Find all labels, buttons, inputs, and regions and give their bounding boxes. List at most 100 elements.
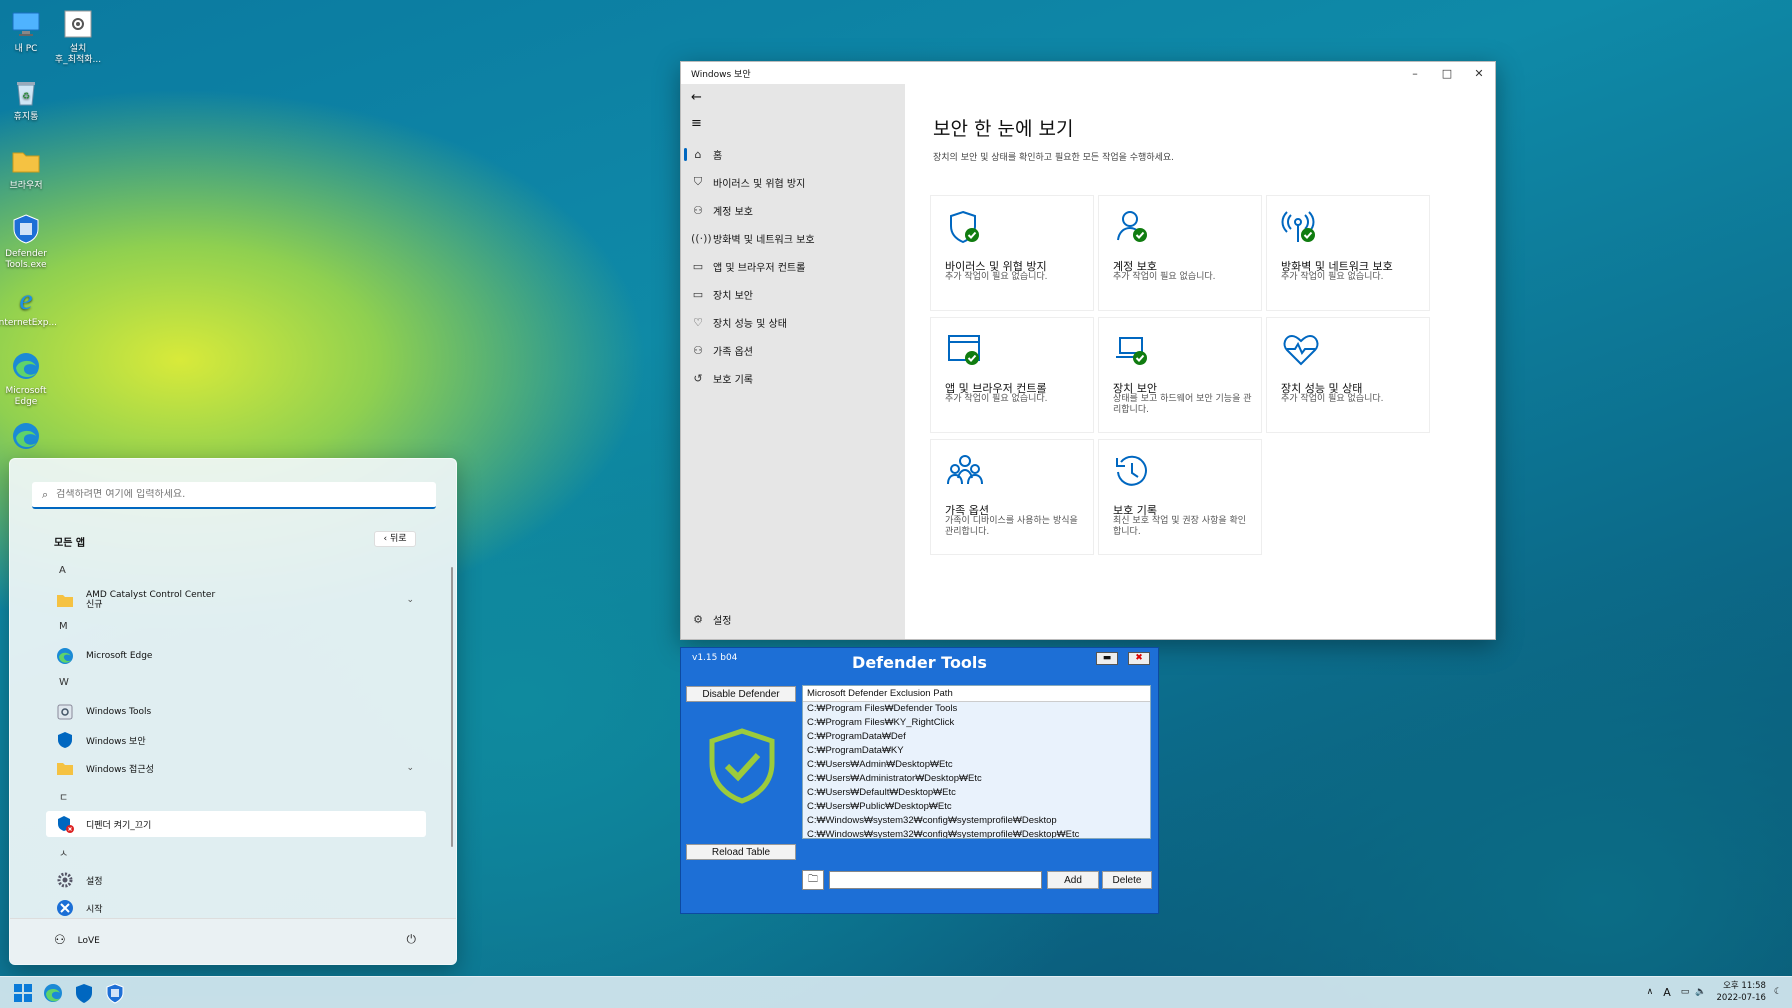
- start-footer: ⚇ LoVE ⏻: [10, 918, 456, 964]
- defender-tools-window: v1.15 b04 Defender Tools ▬ ✖ Disable Def…: [680, 647, 1159, 914]
- app-microsoft-edge[interactable]: Microsoft Edge: [46, 643, 426, 669]
- list-item[interactable]: C:₩Users₩Administrator₩Desktop₩Etc: [803, 772, 1150, 786]
- defender-tools-icon[interactable]: [104, 982, 126, 1004]
- clock[interactable]: 오후 11:58 2022-07-16: [1717, 980, 1766, 1004]
- app-settings[interactable]: 설정: [46, 867, 426, 893]
- windows-start-icon[interactable]: [12, 982, 34, 1004]
- tile-family[interactable]: 가족 옵션 가족이 디바이스를 사용하는 방식을 관리합니다.: [931, 440, 1093, 554]
- tile-device-health[interactable]: 장치 성능 및 상태 추가 작업이 필요 없습니다.: [1267, 318, 1429, 432]
- letter-header-w[interactable]: W: [59, 677, 69, 688]
- app-windows-tools[interactable]: Windows Tools: [46, 699, 426, 725]
- nav-item-device-security[interactable]: ▭ 장치 보안: [681, 280, 905, 308]
- letter-header-m[interactable]: M: [59, 621, 68, 632]
- letter-header-a[interactable]: A: [59, 565, 66, 576]
- nav-item-account-protection[interactable]: ⚇ 계정 보호: [681, 196, 905, 224]
- antenna-icon: ((·)): [691, 231, 712, 245]
- desktop-icon-internet-explorer[interactable]: e InternetExp...: [0, 282, 58, 329]
- nav-item-firewall[interactable]: ((·)) 방화벽 및 네트워크 보호: [681, 224, 905, 252]
- shield-icon[interactable]: [73, 982, 95, 1004]
- list-item[interactable]: C:₩Users₩Public₩Desktop₩Etc: [803, 800, 1150, 814]
- notification-icon[interactable]: ☾: [1774, 987, 1782, 997]
- chevron-up-icon[interactable]: ∧: [1647, 987, 1654, 997]
- tile-virus-protection[interactable]: 바이러스 및 위협 방지 추가 작업이 필요 없습니다.: [931, 196, 1093, 310]
- svg-text:♻: ♻: [22, 92, 30, 102]
- back-button[interactable]: ‹ 뒤로: [374, 531, 416, 547]
- user-account[interactable]: ⚇ LoVE: [54, 933, 100, 948]
- system-tray: ∧ A ▭ 🔈 오후 11:58 2022-07-16 ☾: [1647, 980, 1782, 1004]
- ime-indicator[interactable]: A: [1663, 986, 1671, 999]
- folder-icon: [12, 152, 40, 173]
- reload-table-button[interactable]: Reload Table: [686, 844, 796, 860]
- disable-defender-button[interactable]: Disable Defender: [686, 686, 796, 702]
- path-input[interactable]: [829, 871, 1042, 889]
- shield-check-icon: [709, 728, 775, 804]
- desktop-icon-label: 휴지통: [13, 112, 39, 122]
- list-item[interactable]: C:₩ProgramData₩Def: [803, 730, 1150, 744]
- desktop-icon-label: InternetExp...: [0, 318, 58, 328]
- desktop-icon-recycle-bin[interactable]: ♻ 휴지통: [0, 76, 56, 123]
- all-apps-heading: 모든 앱: [54, 538, 86, 549]
- list-item[interactable]: C:₩Windows₩system32₩config₩systemprofile…: [803, 814, 1150, 828]
- list-item[interactable]: C:₩Program Files₩Defender Tools: [803, 702, 1150, 716]
- add-button[interactable]: Add: [1047, 871, 1099, 889]
- volume-icon[interactable]: 🔈: [1695, 987, 1706, 997]
- search-input[interactable]: [56, 489, 417, 500]
- app-defender-toggle[interactable]: 디펜더 켜기_끄기: [46, 811, 426, 837]
- shield-icon: [58, 732, 72, 748]
- minimize-button[interactable]: ▬: [1096, 652, 1118, 665]
- power-icon[interactable]: ⏻: [407, 932, 417, 947]
- page-title: 보안 한 눈에 보기: [933, 118, 1074, 140]
- nav-item-device-health[interactable]: ♡ 장치 성능 및 상태: [681, 308, 905, 336]
- settings-file-icon: [64, 10, 92, 38]
- edge-icon[interactable]: [42, 982, 64, 1004]
- shield-icon: ⛉: [693, 175, 703, 188]
- heart-icon: ♡: [693, 315, 703, 329]
- desktop-icon-label: 설치 후_최적화...: [54, 44, 102, 65]
- list-item[interactable]: C:₩ProgramData₩KY: [803, 744, 1150, 758]
- windows-security-window: Windows 보안 – □ ✕ ← ≡ ⌂ 홈 ⛉ 바이러스 및 위협 방지 ⚇ 계…: [680, 61, 1496, 640]
- scrollbar[interactable]: [451, 567, 453, 847]
- avatar-icon: ⚇: [54, 933, 66, 948]
- desktop-icon-defender-tools[interactable]: Defender Tools.exe: [0, 213, 56, 271]
- nav-item-virus-protection[interactable]: ⛉ 바이러스 및 위협 방지: [681, 168, 905, 196]
- list-item[interactable]: C:₩Users₩Default₩Desktop₩Etc: [803, 786, 1150, 800]
- tile-firewall[interactable]: 방화벽 및 네트워크 보호 추가 작업이 필요 없습니다.: [1267, 196, 1429, 310]
- list-item[interactable]: C:₩Users₩Admin₩Desktop₩Etc: [803, 758, 1150, 772]
- app-windows-accessibility[interactable]: Windows 접근성 ⌄: [46, 755, 426, 781]
- nav-item-settings[interactable]: ⚙ 설정: [681, 605, 731, 633]
- nav-item-family[interactable]: ⚇ 가족 옵션: [681, 336, 905, 364]
- tile-app-browser[interactable]: 앱 및 브라우저 컨트롤 추가 작업이 필요 없습니다.: [931, 318, 1093, 432]
- laptop-check-icon: [1116, 337, 1147, 365]
- start-menu: ⌕ 모든 앱 ‹ 뒤로 A AMD Catalyst Control Cente…: [9, 458, 457, 965]
- app-amd-catalyst[interactable]: AMD Catalyst Control Center 신규 ⌄: [46, 587, 426, 613]
- nav-item-history[interactable]: ↺ 보호 기록: [681, 364, 905, 392]
- tile-device-security[interactable]: 장치 보안 상태를 보고 하드웨어 보안 기능을 관리합니다.: [1099, 318, 1261, 432]
- sidebar: ← ≡ ⌂ 홈 ⛉ 바이러스 및 위협 방지 ⚇ 계정 보호 ((·)) 방화벽 및 네…: [681, 84, 905, 639]
- tile-history[interactable]: 보호 기록 최신 보호 작업 및 권장 사항을 확인합니다.: [1099, 440, 1261, 554]
- nav-item-home[interactable]: ⌂ 홈: [681, 140, 905, 168]
- app-windows-security[interactable]: Windows 보안: [46, 727, 426, 753]
- tile-account-protection[interactable]: 계정 보호 추가 작업이 필요 없습니다.: [1099, 196, 1261, 310]
- letter-header-d[interactable]: ㄷ: [59, 789, 68, 804]
- menu-icon[interactable]: ≡: [681, 112, 905, 140]
- nav-item-app-browser[interactable]: ▭ 앱 및 브라우저 컨트롤: [681, 252, 905, 280]
- maximize-button[interactable]: □: [1431, 67, 1463, 80]
- back-arrow-icon[interactable]: ←: [681, 84, 905, 112]
- letter-header-s[interactable]: ㅅ: [59, 845, 68, 860]
- desktop-icon-setup-file[interactable]: 설치 후_최적화...: [48, 8, 108, 66]
- list-item[interactable]: C:₩Program Files₩KY_RightClick: [803, 716, 1150, 730]
- main-content: 보안 한 눈에 보기 장치의 보안 및 상태를 확인하고 필요한 모든 작업을 …: [905, 84, 1495, 639]
- gear-icon: ⚙: [693, 612, 703, 626]
- desktop-icon-browser-folder[interactable]: 브라우저: [0, 145, 56, 192]
- exclusion-path-list[interactable]: Microsoft Defender Exclusion Path C:₩Pro…: [802, 685, 1151, 839]
- browse-folder-button[interactable]: 🗀: [802, 870, 824, 890]
- search-box[interactable]: ⌕: [32, 482, 436, 509]
- list-item[interactable]: C:₩Windows₩system32₩config₩systemprofile…: [803, 828, 1150, 838]
- desktop-icon-edge-2[interactable]: [0, 420, 56, 456]
- desktop-icon-edge[interactable]: Microsoft Edge: [0, 350, 56, 408]
- network-icon[interactable]: ▭: [1681, 987, 1690, 997]
- close-button[interactable]: ✕: [1463, 67, 1495, 80]
- close-button[interactable]: ✖: [1128, 652, 1150, 665]
- minimize-button[interactable]: –: [1399, 67, 1431, 80]
- delete-button[interactable]: Delete: [1102, 871, 1152, 889]
